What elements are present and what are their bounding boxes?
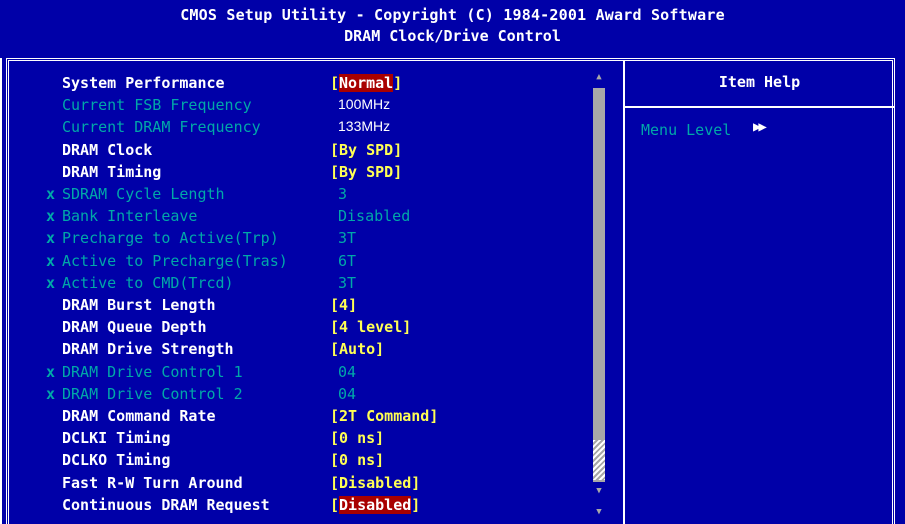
bracket-open: [ (330, 140, 340, 159)
setting-value: 133MHz (338, 118, 391, 135)
scrollbar-track[interactable] (593, 88, 605, 482)
bracket-close: ] (402, 318, 412, 337)
bracket-close: ] (375, 340, 385, 359)
setting-value: 100MHz (338, 96, 391, 113)
disabled-marker: x (46, 229, 56, 248)
disabled-marker: x (46, 207, 56, 226)
setting-label: DCLKI Timing (62, 429, 171, 448)
app-title: CMOS Setup Utility - Copyright (C) 1984-… (180, 6, 725, 24)
setting-value: 04 (338, 384, 357, 403)
setting-value[interactable]: [0 ns] (330, 451, 384, 469)
setting-value[interactable]: [4 level] (330, 318, 411, 336)
help-divider (625, 106, 894, 108)
setting-value-text: Auto (339, 340, 376, 359)
bracket-open: [ (330, 318, 340, 337)
bracket-close: ] (393, 140, 403, 159)
bracket-open: [ (330, 74, 340, 92)
setting-label: DCLKO Timing (62, 451, 171, 470)
setting-value: 6T (338, 251, 357, 270)
bracket-open: [ (330, 473, 340, 492)
scroll-down-icon[interactable]: ▼ (593, 484, 605, 498)
bracket-open: [ (330, 429, 340, 448)
scroll-up-icon[interactable]: ▲ (593, 70, 605, 84)
bracket-open: [ (330, 451, 340, 470)
bracket-close: ] (375, 429, 385, 448)
scroll-down-icon-2[interactable]: ▼ (593, 505, 605, 519)
setting-value[interactable]: [4] (330, 296, 357, 314)
menu-level-label: Menu Level (641, 121, 732, 139)
bracket-open: [ (330, 495, 340, 514)
setting-label: DRAM Command Rate (62, 407, 216, 425)
setting-value: 3T (338, 273, 357, 292)
setting-label: DRAM Drive Strength (62, 340, 234, 359)
scrollbar-grip[interactable] (593, 440, 605, 480)
setting-label: DRAM Queue Depth (62, 318, 207, 337)
setting-label: Active to CMD(Trcd) (62, 273, 234, 292)
setting-value[interactable]: [Auto] (330, 340, 384, 358)
setting-value-text: By SPD (339, 140, 394, 159)
bracket-close: ] (411, 495, 421, 514)
setting-value: 3T (338, 229, 357, 248)
setting-value[interactable]: [Disabled] (330, 495, 421, 514)
disabled-marker: x (46, 185, 56, 203)
setting-label: System Performance (62, 74, 225, 92)
bracket-close: ] (393, 74, 403, 92)
setting-value: Disabled (338, 207, 411, 226)
setting-value-text: 0 ns (339, 451, 376, 470)
setting-label: Current DRAM Frequency (62, 118, 261, 137)
disabled-marker: x (46, 362, 56, 381)
setting-value-text: 4 (339, 296, 349, 314)
bracket-close: ] (375, 451, 385, 470)
setting-value-text: By SPD (339, 162, 394, 181)
setting-value: 3 (338, 185, 348, 203)
panel-divider (623, 60, 625, 524)
setting-label: Fast R-W Turn Around (62, 473, 243, 492)
bracket-close: ] (429, 407, 439, 425)
item-help-title: Item Help (718, 73, 801, 91)
setting-value-text: Disabled (339, 473, 412, 492)
bracket-close: ] (393, 162, 403, 181)
disabled-marker: x (46, 384, 56, 403)
setting-label: DRAM Burst Length (62, 296, 216, 314)
bracket-close: ] (348, 296, 358, 314)
setting-value-text: Disabled (339, 495, 412, 514)
setting-label: Active to Precharge(Tras) (62, 251, 288, 270)
setting-label: Precharge to Active(Trp) (62, 229, 279, 248)
setting-label: DRAM Drive Control 2 (62, 384, 243, 403)
setting-label: DRAM Drive Control 1 (62, 362, 243, 381)
setting-value[interactable]: [0 ns] (330, 429, 384, 447)
setting-label: DRAM Clock (62, 140, 153, 159)
setting-value-text: 4 level (339, 318, 403, 337)
bracket-open: [ (330, 296, 340, 314)
setting-value[interactable]: [2T Command] (330, 407, 438, 425)
bracket-open: [ (330, 407, 340, 425)
setting-label: Continuous DRAM Request (62, 495, 270, 514)
setting-value-text: Normal (339, 74, 394, 92)
setting-label: Current FSB Frequency (62, 96, 252, 115)
menu-level-icon: ▶▶ (753, 119, 767, 135)
page-title: DRAM Clock/Drive Control (344, 27, 561, 45)
setting-label: SDRAM Cycle Length (62, 185, 225, 203)
setting-value-text: 2T Command (339, 407, 430, 425)
setting-value[interactable]: [By SPD] (330, 163, 402, 181)
setting-value: 04 (338, 362, 357, 381)
bracket-open: [ (330, 162, 340, 181)
setting-label: Bank Interleave (62, 207, 198, 226)
disabled-marker: x (46, 251, 56, 270)
setting-value-text: 0 ns (339, 429, 376, 448)
setting-value[interactable]: [By SPD] (330, 141, 402, 159)
header: CMOS Setup Utility - Copyright (C) 1984-… (0, 0, 905, 54)
frame-left-rule (0, 58, 2, 524)
disabled-marker: x (46, 273, 56, 292)
setting-label: DRAM Timing (62, 162, 162, 181)
bracket-open: [ (330, 340, 340, 359)
bracket-close: ] (411, 473, 421, 492)
setting-value[interactable]: [Normal] (330, 74, 402, 92)
setting-value[interactable]: [Disabled] (330, 474, 420, 492)
